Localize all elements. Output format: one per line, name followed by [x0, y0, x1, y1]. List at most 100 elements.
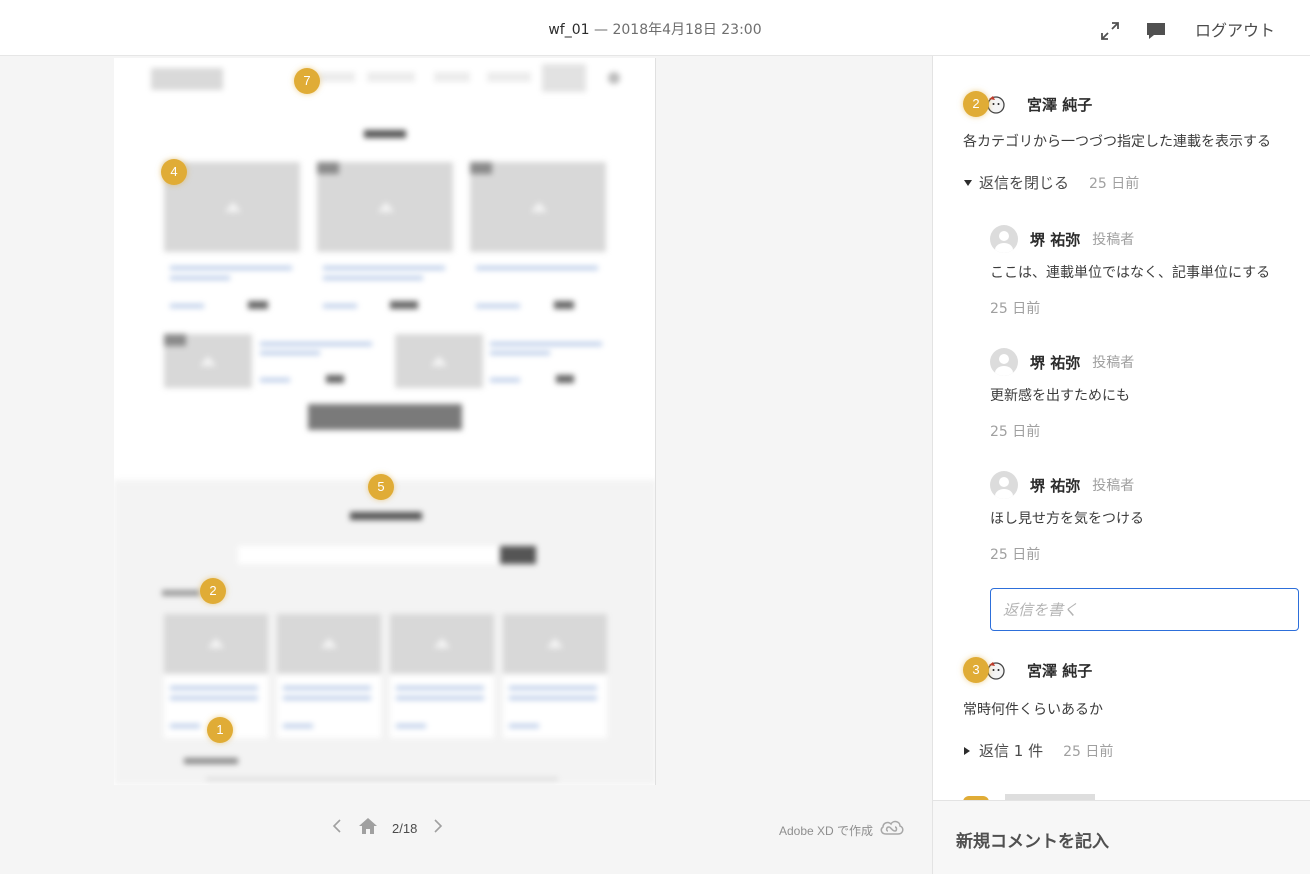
- reply-time: 25 日前: [990, 301, 1041, 317]
- collapse-replies-toggle[interactable]: 返信を閉じる 25 日前: [963, 172, 1139, 193]
- wireframe-image-glyph: [531, 202, 547, 212]
- reply-time: 25 日前: [990, 424, 1041, 440]
- wireframe-text-line: [170, 724, 200, 728]
- reply-input[interactable]: [990, 588, 1299, 631]
- wireframe-text-line: [509, 724, 539, 728]
- chevron-left-icon[interactable]: [330, 818, 344, 839]
- comment-pin[interactable]: 2: [200, 578, 226, 604]
- comment-pin[interactable]: 1: [207, 717, 233, 743]
- comment-time: 25 日前: [1063, 743, 1114, 760]
- wireframe-badge: [390, 301, 418, 309]
- comments-panel: 2 宮澤 純子 各カテゴリから一つづつ指定した連載を表示する 返信を閉じる 25…: [932, 56, 1310, 874]
- wireframe-text-line: [490, 351, 550, 355]
- wireframe-badge: [248, 301, 268, 309]
- reply-author: 堺 祐弥: [1030, 353, 1081, 372]
- comment-pin[interactable]: 4: [161, 159, 187, 185]
- title-separator: —: [594, 22, 609, 38]
- chevron-right-icon[interactable]: [431, 818, 445, 839]
- wireframe-subheading: [184, 758, 238, 764]
- default-avatar-icon: [990, 225, 1018, 253]
- home-icon[interactable]: [358, 817, 378, 839]
- wireframe-text-line: [476, 304, 520, 308]
- comment-pin[interactable]: 5: [368, 474, 394, 500]
- reply-time: 25 日前: [990, 547, 1041, 563]
- collapse-replies-label: 返信を閉じる: [979, 174, 1070, 192]
- wireframe-tag: [164, 334, 186, 346]
- default-avatar-icon: [990, 348, 1018, 376]
- new-comment-button[interactable]: 新規コメントを記入: [933, 800, 1310, 874]
- blurred-wireframe: [114, 58, 655, 785]
- wireframe-image-glyph: [547, 638, 563, 648]
- wireframe-text-line: [283, 724, 313, 728]
- wireframe-text-line: [490, 342, 602, 346]
- artboard-preview[interactable]: 7 4 5 2 1: [114, 58, 656, 785]
- page-navigator: 2/18: [330, 810, 445, 846]
- creative-cloud-icon[interactable]: [879, 819, 905, 837]
- canvas-area: 7 4 5 2 1 2/18 Adobe XD で作成: [0, 56, 932, 874]
- caret-down-icon: [964, 179, 972, 186]
- reply-role: 投稿者: [1092, 232, 1135, 248]
- wireframe-badge: [554, 301, 574, 309]
- wireframe-nav-item: [487, 72, 531, 82]
- comment-text: 各カテゴリから一つづつ指定した連載を表示する: [963, 134, 1271, 150]
- top-bar: wf_01 — 2018年4月18日 23:00 ログアウト: [0, 0, 1310, 56]
- wireframe-badge: [556, 375, 574, 383]
- comment-pin[interactable]: 3: [963, 657, 989, 683]
- reply-text: ここは、連載単位ではなく、記事単位にする: [990, 265, 1271, 281]
- wireframe-text-line: [476, 266, 598, 270]
- wireframe-divider: [206, 778, 558, 780]
- wireframe-text-line: [323, 276, 423, 280]
- wireframe-card-body: [390, 674, 494, 738]
- wireframe-text-line: [490, 378, 520, 382]
- document-timestamp: 2018年4月18日 23:00: [612, 22, 762, 38]
- wireframe-nav-item: [542, 64, 586, 92]
- logout-button[interactable]: ログアウト: [1195, 17, 1275, 41]
- reply-header: 堺 祐弥 投稿者: [990, 471, 1134, 499]
- comment-pin[interactable]: 7: [294, 68, 320, 94]
- comment-text: 常時何件くらいあるか: [963, 702, 1103, 718]
- wireframe-image-glyph: [378, 202, 394, 212]
- expand-replies-toggle[interactable]: 返信 1 件 25 日前: [963, 740, 1113, 761]
- reply-text: ほし見せ方を気をつける: [990, 511, 1144, 527]
- wireframe-text-line: [396, 724, 426, 728]
- wireframe-image-glyph: [431, 356, 447, 366]
- made-with-xd-label: Adobe XD で作成: [779, 824, 874, 838]
- wireframe-heading: [350, 512, 422, 520]
- wireframe-tag: [317, 162, 339, 174]
- comment-author: 宮澤 純子: [1027, 95, 1093, 114]
- wireframe-subheading: [162, 590, 200, 596]
- wireframe-nav-item: [319, 72, 355, 82]
- comment-time: 25 日前: [1089, 175, 1140, 192]
- wireframe-more-button: [308, 404, 462, 430]
- speech-bubble-icon[interactable]: [1145, 20, 1167, 42]
- wireframe-image-glyph: [208, 638, 224, 648]
- wireframe-text-line: [170, 304, 204, 308]
- wireframe-search-glyph: [608, 72, 620, 84]
- reply-role: 投稿者: [1092, 355, 1135, 371]
- wireframe-text-line: [509, 686, 597, 690]
- wireframe-search-button: [500, 546, 536, 564]
- reply-author: 堺 祐弥: [1030, 230, 1081, 249]
- reply-header: 堺 祐弥 投稿者: [990, 348, 1134, 376]
- wireframe-card-body: [503, 674, 607, 738]
- comment-header: 2 宮澤 純子: [963, 91, 1092, 117]
- wireframe-heading: [364, 130, 406, 138]
- wireframe-text-line: [509, 696, 597, 700]
- wireframe-text-line: [170, 696, 258, 700]
- wireframe-image-glyph: [434, 638, 450, 648]
- wireframe-text-line: [170, 266, 292, 270]
- reply-text: 更新感を出すためにも: [990, 388, 1130, 404]
- wireframe-nav-item: [367, 72, 415, 82]
- expand-arrows-icon[interactable]: [1099, 20, 1121, 42]
- comment-pin[interactable]: 2: [963, 91, 989, 117]
- file-name: wf_01: [548, 22, 590, 38]
- wireframe-search-box: [238, 546, 500, 564]
- wireframe-text-line: [283, 686, 371, 690]
- wireframe-image-glyph: [200, 356, 216, 366]
- wireframe-image-glyph: [321, 638, 337, 648]
- wireframe-text-line: [170, 686, 258, 690]
- wireframe-logo: [151, 68, 223, 90]
- wireframe-text-line: [260, 378, 290, 382]
- wireframe-text-line: [260, 351, 320, 355]
- reply-author: 堺 祐弥: [1030, 476, 1081, 495]
